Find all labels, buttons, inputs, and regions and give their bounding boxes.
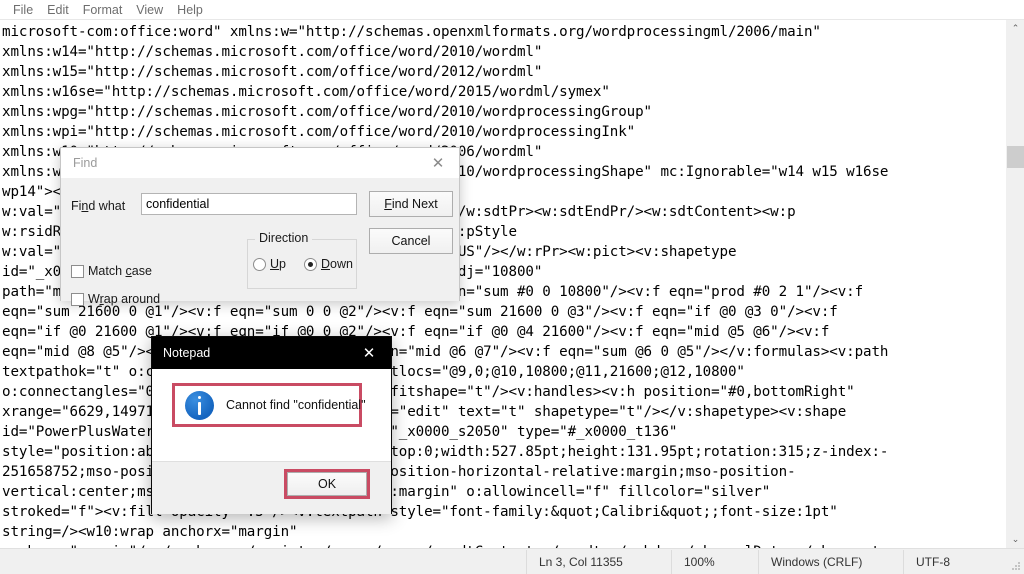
find-what-input[interactable] bbox=[141, 193, 357, 215]
status-line-ending[interactable]: Windows (CRLF) bbox=[758, 549, 903, 574]
match-case-checkbox[interactable]: Match case bbox=[71, 264, 152, 278]
wrap-around-checkbox[interactable]: Wrap around bbox=[71, 292, 160, 306]
notepad-message-box: Notepad ✕ Cannot find "confidential" OK bbox=[151, 336, 392, 514]
find-next-button[interactable]: Find Next bbox=[369, 191, 453, 217]
scroll-down-arrow-icon[interactable]: ⌄ bbox=[1007, 531, 1024, 548]
menu-item-help[interactable]: Help bbox=[170, 1, 210, 19]
status-encoding[interactable]: UTF-8 bbox=[903, 549, 1024, 574]
resize-grip-icon[interactable] bbox=[1009, 559, 1021, 571]
match-case-label: Match case bbox=[88, 264, 152, 278]
editor-line: xmlns:w15="http://schemas.microsoft.com/… bbox=[2, 64, 543, 80]
close-icon[interactable]: ✕ bbox=[347, 337, 391, 369]
editor-line: xmlns:wpi="http://schemas.microsoft.com/… bbox=[2, 124, 636, 140]
editor-line: string=/><w10:wrap anchorx="margin" bbox=[2, 524, 298, 540]
radio-circle-selected-icon bbox=[303, 257, 317, 271]
checkbox-icon bbox=[71, 292, 84, 306]
editor-line: microsoft-com:office:word" xmlns:w="http… bbox=[2, 24, 821, 40]
editor-line: xmlns:w14="http://schemas.microsoft.com/… bbox=[2, 44, 543, 60]
message-box-footer: OK bbox=[152, 461, 391, 514]
close-icon[interactable]: ✕ bbox=[417, 148, 459, 178]
status-zoom-level[interactable]: 100% bbox=[671, 549, 758, 574]
message-box-titlebar[interactable]: Notepad ✕ bbox=[152, 337, 391, 369]
wrap-around-label: Wrap around bbox=[88, 292, 161, 306]
menu-item-view[interactable]: View bbox=[129, 1, 170, 19]
menu-item-file[interactable]: File bbox=[6, 1, 40, 19]
menu-bar: File Edit Format View Help bbox=[0, 0, 1024, 20]
find-next-label: Find Next bbox=[384, 197, 438, 211]
menu-item-format[interactable]: Format bbox=[76, 1, 130, 19]
scroll-up-arrow-icon[interactable]: ⌃ bbox=[1007, 20, 1024, 37]
direction-radio-up[interactable]: Up bbox=[253, 257, 286, 271]
direction-down-label: Down bbox=[320, 257, 353, 271]
direction-radio-down[interactable]: Down bbox=[303, 257, 353, 271]
radio-circle-icon bbox=[253, 257, 266, 271]
direction-groupbox-label: Direction bbox=[255, 231, 313, 245]
ok-highlight-box: OK bbox=[284, 469, 370, 499]
status-bar: Ln 3, Col 11355 100% Windows (CRLF) UTF-… bbox=[0, 548, 1024, 574]
cancel-button[interactable]: Cancel bbox=[369, 228, 453, 254]
editor-line: xmlns:w16se="http://schemas.microsoft.co… bbox=[2, 84, 610, 100]
find-dialog-title: Find bbox=[73, 156, 98, 170]
message-box-text: Cannot find "confidential" bbox=[226, 398, 366, 412]
direction-up-label: Up bbox=[270, 257, 286, 271]
menu-item-edit[interactable]: Edit bbox=[40, 1, 76, 19]
status-cursor-position: Ln 3, Col 11355 bbox=[526, 549, 671, 574]
notepad-window: File Edit Format View Help microsoft-com… bbox=[0, 0, 1024, 574]
scrollbar-thumb[interactable] bbox=[1007, 146, 1024, 168]
direction-radio-group: Up Down bbox=[253, 257, 353, 271]
find-dialog-titlebar[interactable]: Find ✕ bbox=[61, 148, 459, 178]
information-icon bbox=[185, 390, 214, 420]
find-dialog-body: Find what Find Next Cancel Direction Up … bbox=[61, 178, 459, 306]
find-what-label: Find what bbox=[71, 199, 126, 213]
editor-line: xmlns:wpg="http://schemas.microsoft.com/… bbox=[2, 104, 653, 120]
checkbox-icon bbox=[71, 264, 84, 278]
message-box-content: Cannot find "confidential" bbox=[152, 369, 391, 461]
ok-button[interactable]: OK bbox=[287, 472, 367, 496]
message-box-title: Notepad bbox=[163, 346, 211, 360]
message-highlight-box: Cannot find "confidential" bbox=[172, 383, 366, 427]
vertical-scrollbar[interactable]: ⌃ ⌄ bbox=[1006, 20, 1024, 548]
find-dialog: Find ✕ Find what Find Next Cancel Direct… bbox=[60, 147, 460, 306]
